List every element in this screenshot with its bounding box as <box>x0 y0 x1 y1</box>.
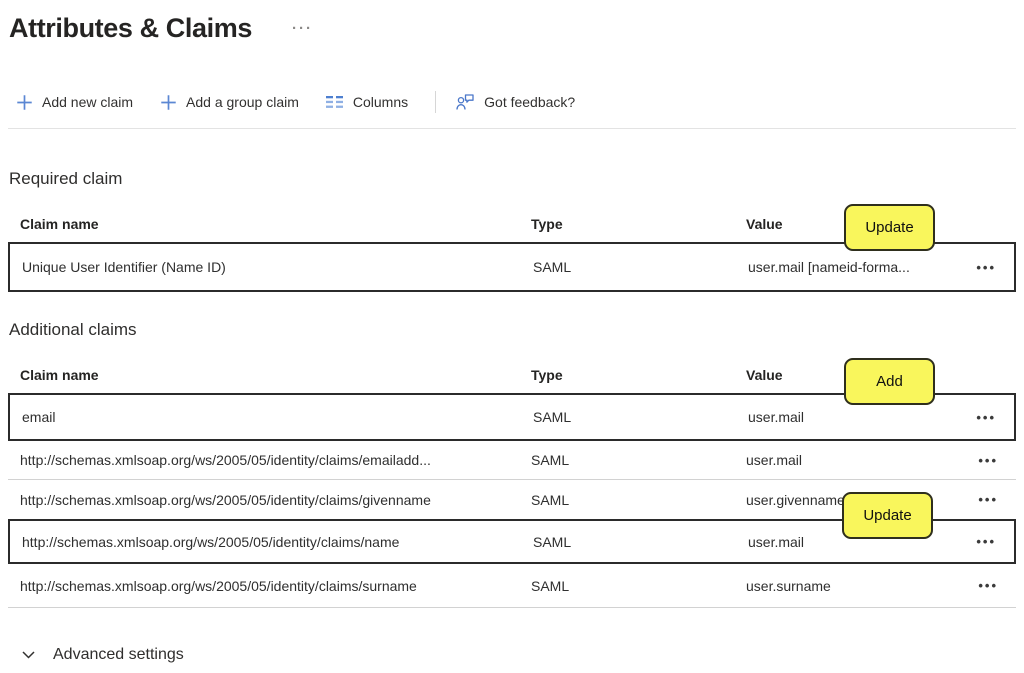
plus-icon <box>16 94 33 111</box>
row-menu-button[interactable]: ••• <box>964 578 1016 593</box>
row-menu-button[interactable]: ••• <box>962 260 1014 275</box>
got-feedback-label: Got feedback? <box>484 94 575 110</box>
claim-name-cell: http://schemas.xmlsoap.org/ws/2005/05/id… <box>8 578 531 594</box>
claim-name-column-header: Claim name <box>8 367 531 383</box>
feedback-icon <box>456 94 475 111</box>
advanced-settings-toggle[interactable]: Advanced settings <box>22 646 1024 664</box>
annotation-add-email: Add <box>844 358 935 405</box>
add-group-claim-label: Add a group claim <box>186 94 299 110</box>
add-new-claim-label: Add new claim <box>42 94 133 110</box>
more-menu-icon[interactable]: ··· <box>292 20 313 37</box>
claim-name-column-header: Claim name <box>8 216 531 232</box>
page-header: Attributes & Claims ··· <box>0 0 1024 46</box>
annotation-update-name: Update <box>842 492 933 539</box>
table-row[interactable]: http://schemas.xmlsoap.org/ws/2005/05/id… <box>8 564 1016 608</box>
advanced-settings-label: Advanced settings <box>53 646 184 664</box>
toolbar-bottom-divider <box>8 128 1016 129</box>
columns-icon <box>326 95 344 109</box>
chevron-down-icon <box>22 651 35 659</box>
columns-label: Columns <box>353 94 408 110</box>
type-cell: SAML <box>531 452 746 468</box>
row-menu-button[interactable]: ••• <box>964 492 1016 507</box>
type-column-header: Type <box>531 367 746 383</box>
claim-name-cell: http://schemas.xmlsoap.org/ws/2005/05/id… <box>10 534 533 550</box>
type-cell: SAML <box>533 259 748 275</box>
add-group-claim-button[interactable]: Add a group claim <box>160 94 299 111</box>
required-claim-heading: Required claim <box>9 169 1024 189</box>
claim-name-cell: http://schemas.xmlsoap.org/ws/2005/05/id… <box>8 492 531 508</box>
additional-claims-heading: Additional claims <box>9 320 1024 340</box>
claim-name-cell: email <box>10 409 533 425</box>
type-column-header: Type <box>531 216 746 232</box>
type-cell: SAML <box>533 409 748 425</box>
value-cell: user.mail <box>748 409 962 425</box>
value-cell: user.mail <box>746 452 964 468</box>
type-cell: SAML <box>531 492 746 508</box>
value-cell: user.mail [nameid-forma... <box>748 259 962 275</box>
type-cell: SAML <box>531 578 746 594</box>
annotation-update-required: Update <box>844 204 935 251</box>
add-new-claim-button[interactable]: Add new claim <box>16 94 133 111</box>
row-menu-button[interactable]: ••• <box>964 453 1016 468</box>
table-row[interactable]: http://schemas.xmlsoap.org/ws/2005/05/id… <box>8 441 1016 480</box>
claim-name-cell: Unique User Identifier (Name ID) <box>10 259 533 275</box>
page-title: Attributes & Claims <box>9 13 252 44</box>
toolbar-divider <box>435 91 436 113</box>
value-cell: user.surname <box>746 578 964 594</box>
columns-button[interactable]: Columns <box>326 94 408 110</box>
claim-name-cell: http://schemas.xmlsoap.org/ws/2005/05/id… <box>8 452 531 468</box>
command-bar: Add new claim Add a group claim Columns … <box>16 90 1024 114</box>
got-feedback-button[interactable]: Got feedback? <box>456 94 575 111</box>
plus-icon <box>160 94 177 111</box>
row-menu-button[interactable]: ••• <box>962 410 1014 425</box>
row-menu-button[interactable]: ••• <box>962 534 1014 549</box>
type-cell: SAML <box>533 534 748 550</box>
